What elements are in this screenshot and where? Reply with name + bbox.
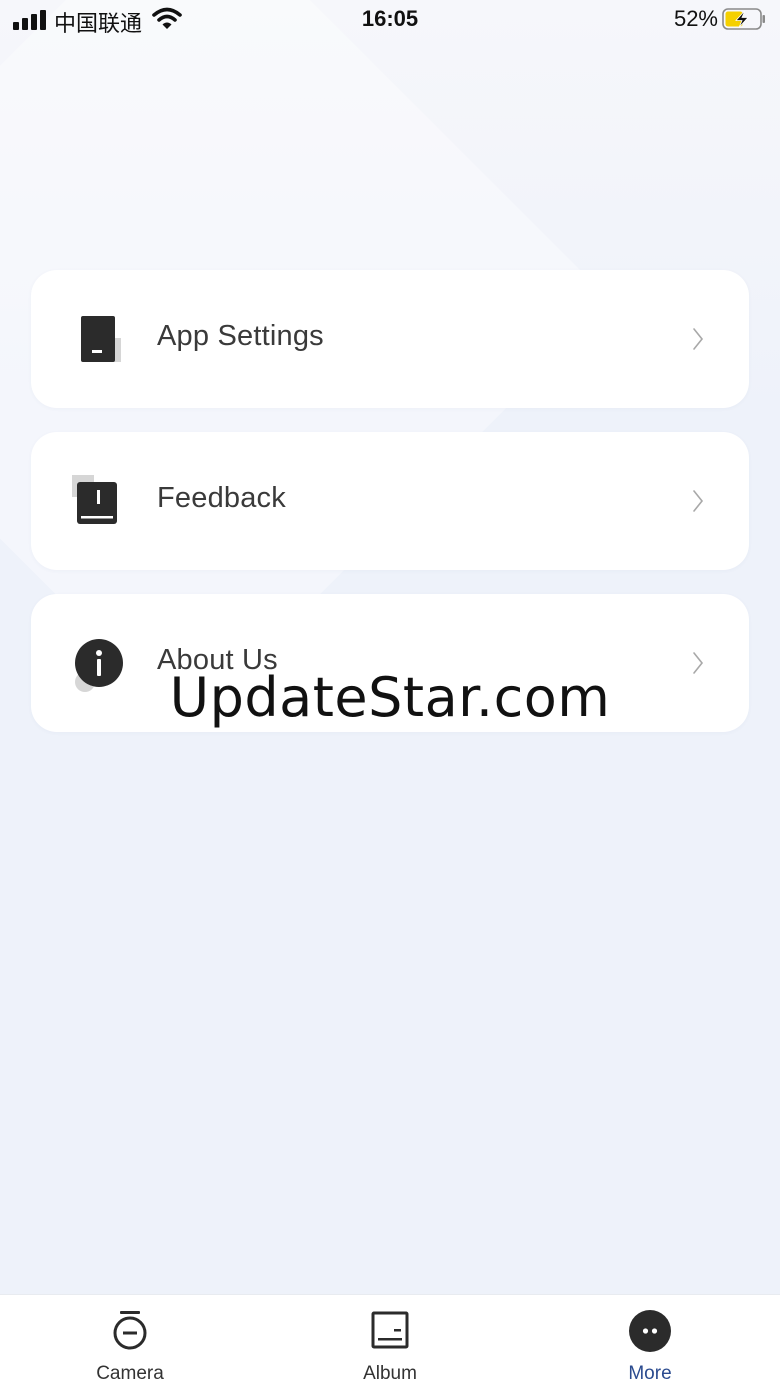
tab-album[interactable]: Album — [290, 1295, 490, 1388]
battery-charging-icon — [722, 8, 765, 30]
menu-item-label: Feedback — [157, 482, 286, 514]
battery-percent: 52% — [673, 6, 718, 31]
feedback-book-icon — [72, 475, 117, 524]
tab-label: Camera — [96, 1363, 164, 1384]
chevron-right-icon — [693, 328, 704, 350]
tab-label: Album — [363, 1363, 417, 1384]
tab-label: More — [628, 1363, 672, 1384]
status-bar: 中国联通 16:05 52% — [0, 0, 780, 40]
phone-settings-icon — [81, 316, 121, 362]
tab-camera[interactable]: Camera — [30, 1295, 230, 1388]
album-icon — [371, 1311, 409, 1349]
menu-item-label: App Settings — [157, 320, 324, 352]
menu-item-app-settings[interactable]: App Settings — [31, 270, 749, 408]
menu-item-feedback[interactable]: Feedback — [31, 432, 749, 570]
status-time: 16:05 — [361, 6, 419, 31]
chevron-right-icon — [693, 490, 704, 512]
tab-more[interactable]: More — [550, 1295, 750, 1388]
watermark-text: UpdateStar.com — [169, 666, 611, 729]
camera-icon — [113, 1311, 147, 1350]
bottom-tab-bar: Camera Album More — [0, 1294, 780, 1388]
more-icon — [629, 1310, 671, 1352]
